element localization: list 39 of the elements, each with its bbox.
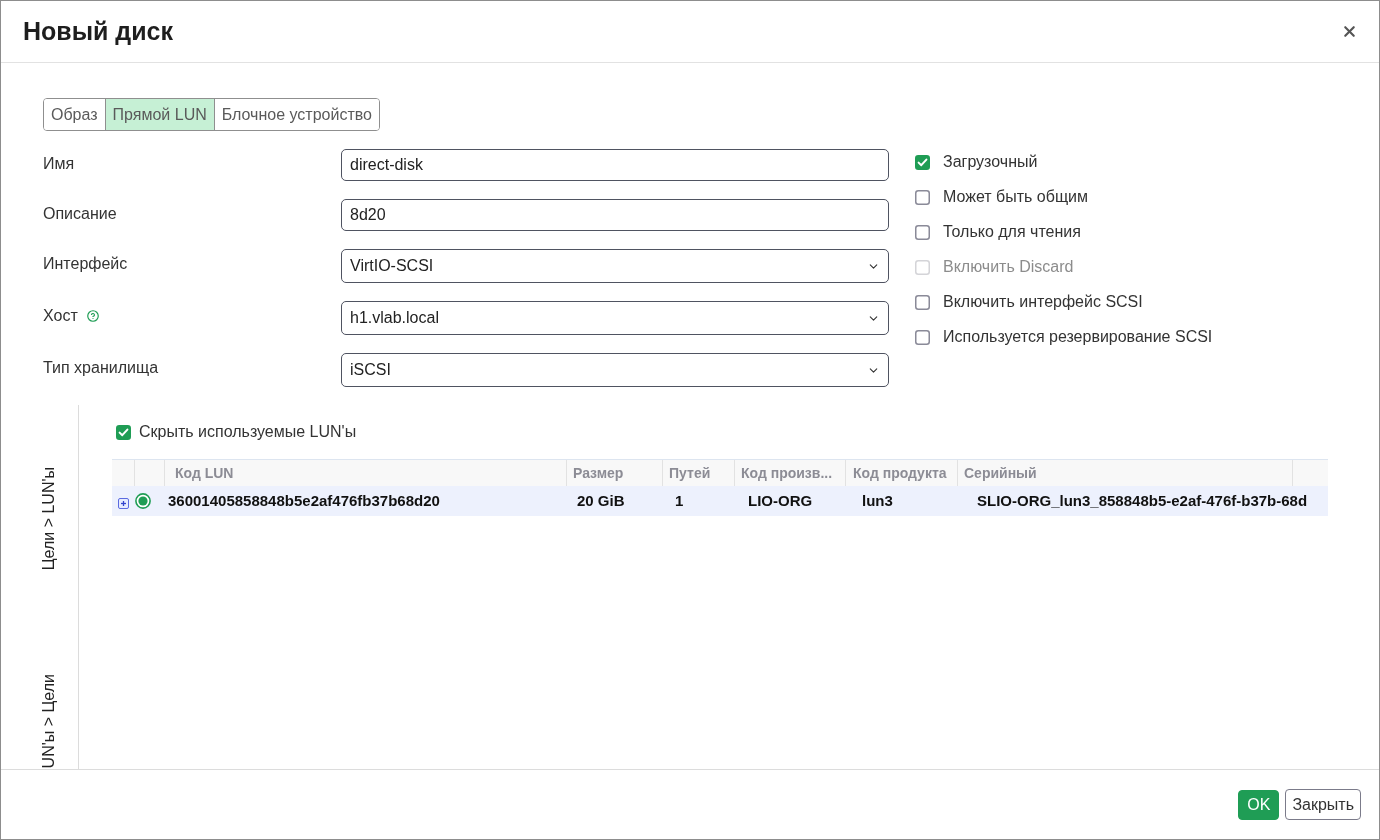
checkbox-label: Загрузочный xyxy=(943,152,1038,172)
checkbox-label: Включить Discard xyxy=(943,257,1074,277)
field-label: Имя xyxy=(43,154,75,174)
table-row[interactable]: 36001405858848b5e2af476fb37b68d20 20 GiB 1 LIO-ORG lun3 SLIO-ORG_lun3_858848b5-e2af-476f-b37b-68d xyxy=(112,486,1328,516)
text-field[interactable]: 8d20 xyxy=(341,199,889,231)
checkbox-label: Может быть общим xyxy=(943,187,1088,207)
checkbox-label: Скрыть используемые LUN'ы xyxy=(139,422,357,442)
checkbox[interactable] xyxy=(915,329,930,345)
dialog-title: Новый диск xyxy=(23,15,173,47)
checkbox[interactable] xyxy=(116,424,131,440)
checkbox[interactable] xyxy=(915,154,930,170)
side-tab[interactable]: Цели > LUN'ы xyxy=(37,467,61,571)
field-label: Описание xyxy=(43,204,117,224)
table-cell-text: 1 xyxy=(674,490,685,511)
checkbox-label: Используется резервирование SCSI xyxy=(943,327,1213,347)
help-icon[interactable] xyxy=(86,310,99,322)
field-label: Интерфейс xyxy=(43,254,128,274)
checkbox[interactable] xyxy=(915,189,930,205)
side-tab[interactable]: UN'ы > Цели xyxy=(37,673,61,768)
table-cell-text: lun3 xyxy=(861,490,894,511)
checkbox-label: Включить интерфейс SCSI xyxy=(943,292,1143,312)
field-label: Хост xyxy=(43,306,78,326)
checkbox[interactable] xyxy=(915,224,930,240)
close-dialog-button[interactable]: Закрыть xyxy=(1285,789,1361,820)
dropdown-field[interactable]: VirtIO-SCSI xyxy=(341,249,889,283)
table-cell-text: 20 GiB xyxy=(576,490,626,511)
dropdown-field[interactable]: iSCSI xyxy=(341,353,889,387)
expand-icon[interactable] xyxy=(118,498,129,509)
table-cell-text: SLIO-ORG_lun3_858848b5-e2af-476f-b37b-68d xyxy=(976,490,1309,511)
tab[interactable]: Блочное устройство xyxy=(213,99,379,130)
table-cell-text: LIO-ORG xyxy=(747,490,814,511)
text-field[interactable]: direct-disk xyxy=(341,149,889,181)
field-label: Тип хранилища xyxy=(43,358,159,378)
dropdown-field[interactable]: h1.vlab.local xyxy=(341,301,889,335)
table-cell-text: 36001405858848b5e2af476fb37b68d20 xyxy=(167,490,441,511)
radio-button[interactable] xyxy=(135,492,151,509)
tab[interactable]: Прямой LUN xyxy=(104,99,214,130)
checkbox[interactable] xyxy=(915,294,930,310)
checkbox-label: Только для чтения xyxy=(943,222,1081,242)
